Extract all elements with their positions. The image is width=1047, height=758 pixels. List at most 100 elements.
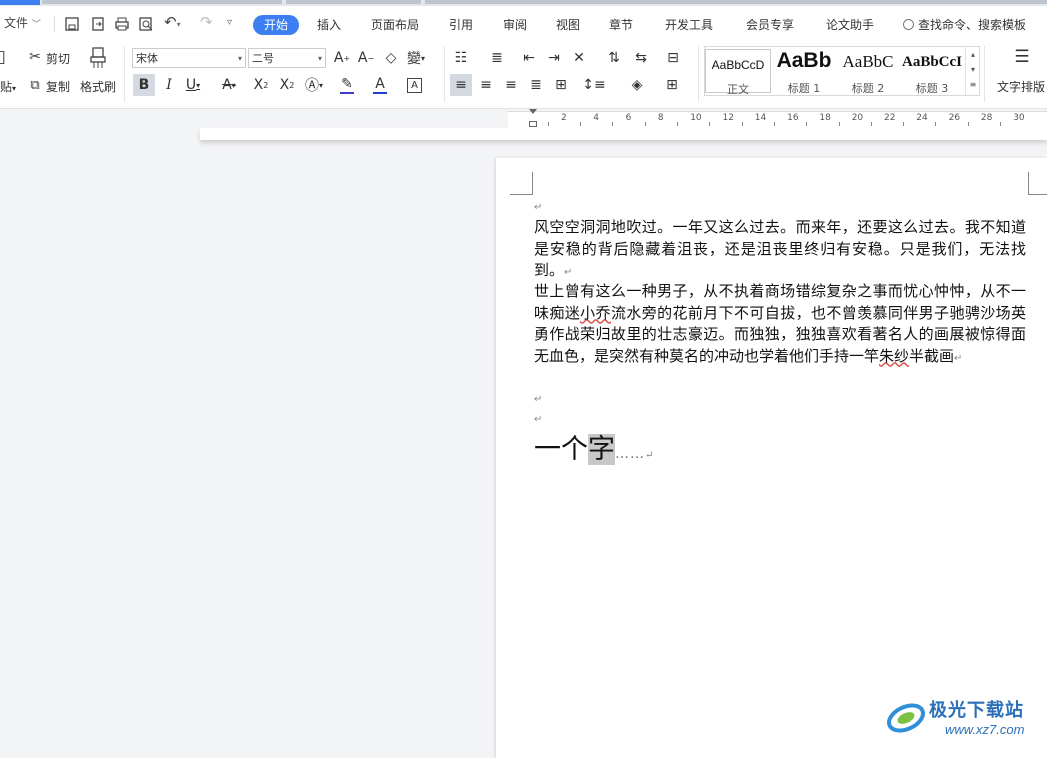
ruler-tick [1000, 122, 1002, 126]
tab-developer[interactable]: 开发工具 [665, 15, 713, 35]
ruler-tick [773, 122, 775, 126]
text-layout-button[interactable]: 文字排版 [997, 78, 1045, 95]
paste-icon[interactable]: ▯ [0, 47, 10, 67]
file-menu[interactable]: 文件 ﹀ [4, 12, 41, 34]
print-icon[interactable] [114, 16, 130, 32]
paragraph-2[interactable]: 世上曾有这么一种男子，从不执着商场错综复杂之事而忧心忡忡，从不一味痴迷小乔流水旁… [534, 281, 1026, 369]
show-marks-icon[interactable]: ⊟ [664, 49, 682, 67]
align-left-button[interactable]: ≡ [450, 74, 472, 96]
ruler-number: 10 [690, 113, 702, 123]
text-effect-icon[interactable]: Ⓐ ▾ [305, 76, 323, 94]
ruler-tick [677, 122, 679, 126]
doc-tab-strip[interactable] [42, 0, 282, 4]
shading-icon[interactable]: ◈ [628, 76, 646, 94]
increase-indent-icon[interactable]: ⇥ [545, 49, 563, 67]
strikethrough-button[interactable]: A ▾ [220, 76, 238, 94]
subscript-button[interactable]: X2 [278, 76, 296, 94]
chinese-layout-icon[interactable]: ✕ [570, 49, 588, 67]
underline-button[interactable]: U ▾ [184, 76, 202, 94]
format-painter-icon[interactable] [87, 46, 109, 70]
tab-review[interactable]: 审阅 [503, 15, 527, 35]
menu-tab-bar: 文件 ﹀ ↶▾ ↷ ▿ 开始 插入 页面布局 引用 审阅 视图 章节 开发工具 … [0, 6, 1047, 40]
paragraph-1[interactable]: 风空空洞洞地吹过。一年又这么过去。而来年，还要这么过去。我不知道是安稳的背后隐藏… [534, 217, 1026, 284]
aurora-logo [887, 703, 925, 733]
tab-home[interactable]: 开始 [253, 15, 300, 35]
align-right-button[interactable]: ≡ [502, 76, 520, 94]
distribute-button[interactable]: ⊞ [552, 76, 570, 94]
site-watermark: 极光下载站 www.xz7.com [885, 693, 1047, 743]
font-color-button[interactable]: A [371, 76, 389, 94]
ruler-tick [709, 122, 711, 126]
copy-icon[interactable]: ⧉ [26, 76, 44, 94]
highlight-color-button[interactable]: ✎ [338, 76, 356, 94]
previous-page-bottom [200, 128, 1047, 140]
horizontal-ruler[interactable]: 2 4 6 8 10 12 14 16 18 20 22 24 26 28 30 [508, 109, 1047, 129]
ruler-number: 16 [787, 113, 799, 123]
watermark-url: www.xz7.com [945, 722, 1025, 737]
export-pdf-icon[interactable] [90, 16, 106, 32]
ruler-number: 20 [851, 113, 864, 123]
bold-button[interactable]: B [133, 74, 155, 96]
ruler-tick [612, 122, 614, 126]
ruler-tick [935, 122, 937, 126]
character-border-icon[interactable]: A [407, 78, 422, 93]
ruler-number: 8 [657, 113, 664, 123]
ruler-number: 24 [916, 113, 928, 123]
tab-member[interactable]: 会员专享 [746, 15, 794, 35]
style-heading-2[interactable]: AaBbC 标题 2 [836, 49, 900, 95]
phonetic-guide-icon[interactable]: 變 ▾ [407, 49, 425, 67]
font-size-select[interactable]: 二号 ▾ [248, 48, 326, 68]
scissors-icon[interactable]: ✂ [26, 48, 44, 66]
text-layout-icon[interactable]: ☰ [1013, 47, 1031, 67]
text-direction-icon[interactable]: ⇅ [605, 49, 623, 67]
numbered-list-icon[interactable]: ≣ [488, 49, 506, 67]
print-preview-icon[interactable] [138, 16, 154, 32]
tab-chapter[interactable]: 章节 [609, 15, 633, 35]
borders-icon[interactable]: ⊞ [663, 76, 681, 94]
large-text-line[interactable]: 一个字……↵ [534, 430, 653, 476]
style-heading-1[interactable]: AaBb 标题 1 [772, 49, 836, 95]
styles-scroll[interactable]: ▴ ▾ ≡ [965, 47, 980, 95]
justify-button[interactable]: ≣ [527, 76, 545, 94]
grow-font-icon[interactable]: A + [333, 49, 351, 67]
selected-character[interactable]: 字 [588, 434, 615, 465]
ruler-number: 30 [1013, 113, 1025, 123]
superscript-button[interactable]: X2 [252, 76, 270, 94]
bullet-list-icon[interactable]: ☷ [452, 49, 470, 67]
tab-insert[interactable]: 插入 [317, 15, 341, 35]
styles-gallery: AaBbCcD 正文 AaBb 标题 1 AaBbC 标题 2 AaBbCcI … [704, 46, 980, 96]
shrink-font-icon[interactable]: A − [357, 49, 375, 67]
doc-tab-strip[interactable] [425, 0, 1047, 4]
style-normal[interactable]: AaBbCcD 正文 [705, 49, 771, 96]
customize-qat-icon[interactable]: ▿ [227, 12, 232, 34]
copy-button[interactable]: 复制 [46, 78, 70, 95]
save-icon[interactable] [64, 16, 80, 32]
undo-icon[interactable]: ↶▾ [164, 11, 181, 33]
ruler-number: 14 [754, 113, 767, 123]
ruler-tick [967, 122, 969, 126]
tab-view[interactable]: 视图 [556, 15, 580, 35]
format-painter-button[interactable]: 格式刷 [80, 78, 116, 95]
paragraph-mark: ↵ [534, 202, 543, 213]
cut-button[interactable]: 剪切 [46, 50, 70, 67]
italic-button[interactable]: I [160, 76, 178, 94]
line-spacing-icon[interactable]: ↕≡ [582, 76, 605, 94]
style-heading-3[interactable]: AaBbCcI 标题 3 [900, 49, 964, 95]
align-center-button[interactable]: ≡ [477, 76, 495, 94]
doc-tab-strip[interactable] [286, 0, 421, 4]
ruler-number: 28 [980, 113, 993, 123]
command-search[interactable]: 查找命令、搜索模板 [903, 15, 1026, 35]
tab-page-layout[interactable]: 页面布局 [371, 15, 419, 35]
clear-format-icon[interactable]: ◇ [382, 49, 400, 67]
ruler-tick [741, 122, 743, 126]
ruler-number: 2 [561, 113, 567, 123]
ruler-tick [838, 122, 840, 126]
decrease-indent-icon[interactable]: ⇤ [520, 49, 538, 67]
font-family-select[interactable]: 宋体 ▾ [132, 48, 246, 68]
sort-icon[interactable]: ⇆ [632, 49, 650, 67]
redo-icon[interactable]: ↷ [200, 11, 213, 33]
tab-thesis-assistant[interactable]: 论文助手 [826, 15, 874, 35]
watermark-brand: 极光下载站 [929, 700, 1024, 721]
paste-button-label[interactable]: 贴▾ [0, 78, 16, 95]
tab-references[interactable]: 引用 [449, 15, 473, 35]
